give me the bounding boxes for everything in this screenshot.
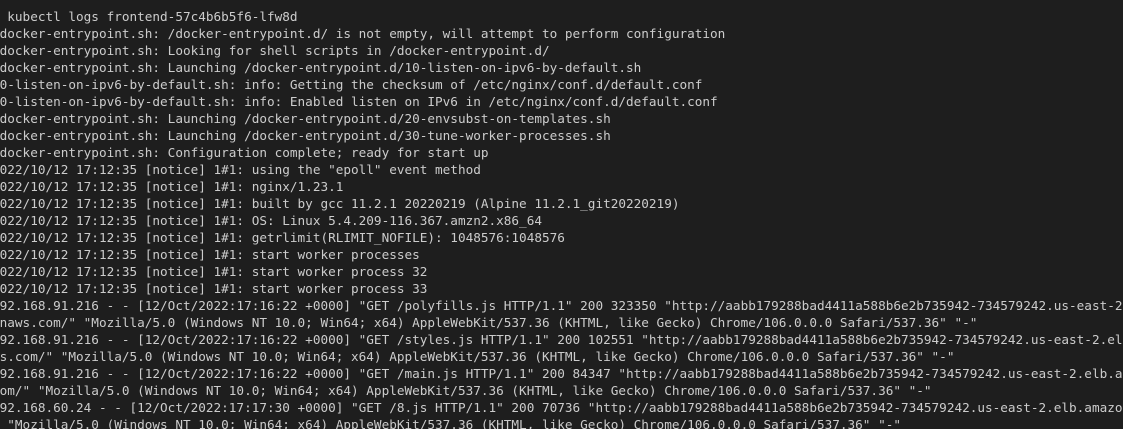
terminal-line-partial xyxy=(0,0,1123,8)
access-log-line: 192.168.60.24 - - [12/Oct/2022:17:17:30 … xyxy=(0,400,1123,415)
access-log-line: 192.168.91.216 - - [12/Oct/2022:17:16:22… xyxy=(0,298,1123,313)
log-line: 2022/10/12 17:12:35 [notice] 1#1: start … xyxy=(0,281,428,296)
log-line: 10-listen-on-ipv6-by-default.sh: info: E… xyxy=(0,94,718,109)
access-log-line: onaws.com/" "Mozilla/5.0 (Windows NT 10.… xyxy=(0,315,978,330)
log-line: /docker-entrypoint.sh: Launching /docker… xyxy=(0,128,611,143)
log-line: /docker-entrypoint.sh: /docker-entrypoin… xyxy=(0,26,726,41)
access-log-line: 192.168.91.216 - - [12/Oct/2022:17:16:22… xyxy=(0,332,1123,347)
access-log-line: com/" "Mozilla/5.0 (Windows NT 10.0; Win… xyxy=(0,383,932,398)
log-line: 2022/10/12 17:12:35 [notice] 1#1: using … xyxy=(0,162,481,177)
terminal-panel[interactable]: $ kubectl logs frontend-57c4b6b5f6-lfw8d… xyxy=(0,0,1123,429)
log-line: 2022/10/12 17:12:35 [notice] 1#1: start … xyxy=(0,247,420,262)
log-line: 10-listen-on-ipv6-by-default.sh: info: G… xyxy=(0,77,703,92)
log-line: 2022/10/12 17:12:35 [notice] 1#1: start … xyxy=(0,264,428,279)
command-line: $ kubectl logs frontend-57c4b6b5f6-lfw8d xyxy=(0,9,298,24)
log-line: /docker-entrypoint.sh: Looking for shell… xyxy=(0,43,550,58)
log-line: 2022/10/12 17:12:35 [notice] 1#1: OS: Li… xyxy=(0,213,542,228)
access-log-line: 192.168.91.216 - - [12/Oct/2022:17:16:22… xyxy=(0,366,1123,381)
access-log-line: ws.com/" "Mozilla/5.0 (Windows NT 10.0; … xyxy=(0,349,955,364)
log-line: /docker-entrypoint.sh: Configuration com… xyxy=(0,145,489,160)
log-line: /docker-entrypoint.sh: Launching /docker… xyxy=(0,111,611,126)
log-line: 2022/10/12 17:12:35 [notice] 1#1: getrli… xyxy=(0,230,565,245)
terminal-output[interactable]: $ kubectl logs frontend-57c4b6b5f6-lfw8d… xyxy=(0,0,1123,429)
log-line: /docker-entrypoint.sh: Launching /docker… xyxy=(0,60,642,75)
log-line: 2022/10/12 17:12:35 [notice] 1#1: nginx/… xyxy=(0,179,344,194)
log-line: 2022/10/12 17:12:35 [notice] 1#1: built … xyxy=(0,196,680,211)
access-log-line: " "Mozilla/5.0 (Windows NT 10.0; Win64; … xyxy=(0,417,901,429)
